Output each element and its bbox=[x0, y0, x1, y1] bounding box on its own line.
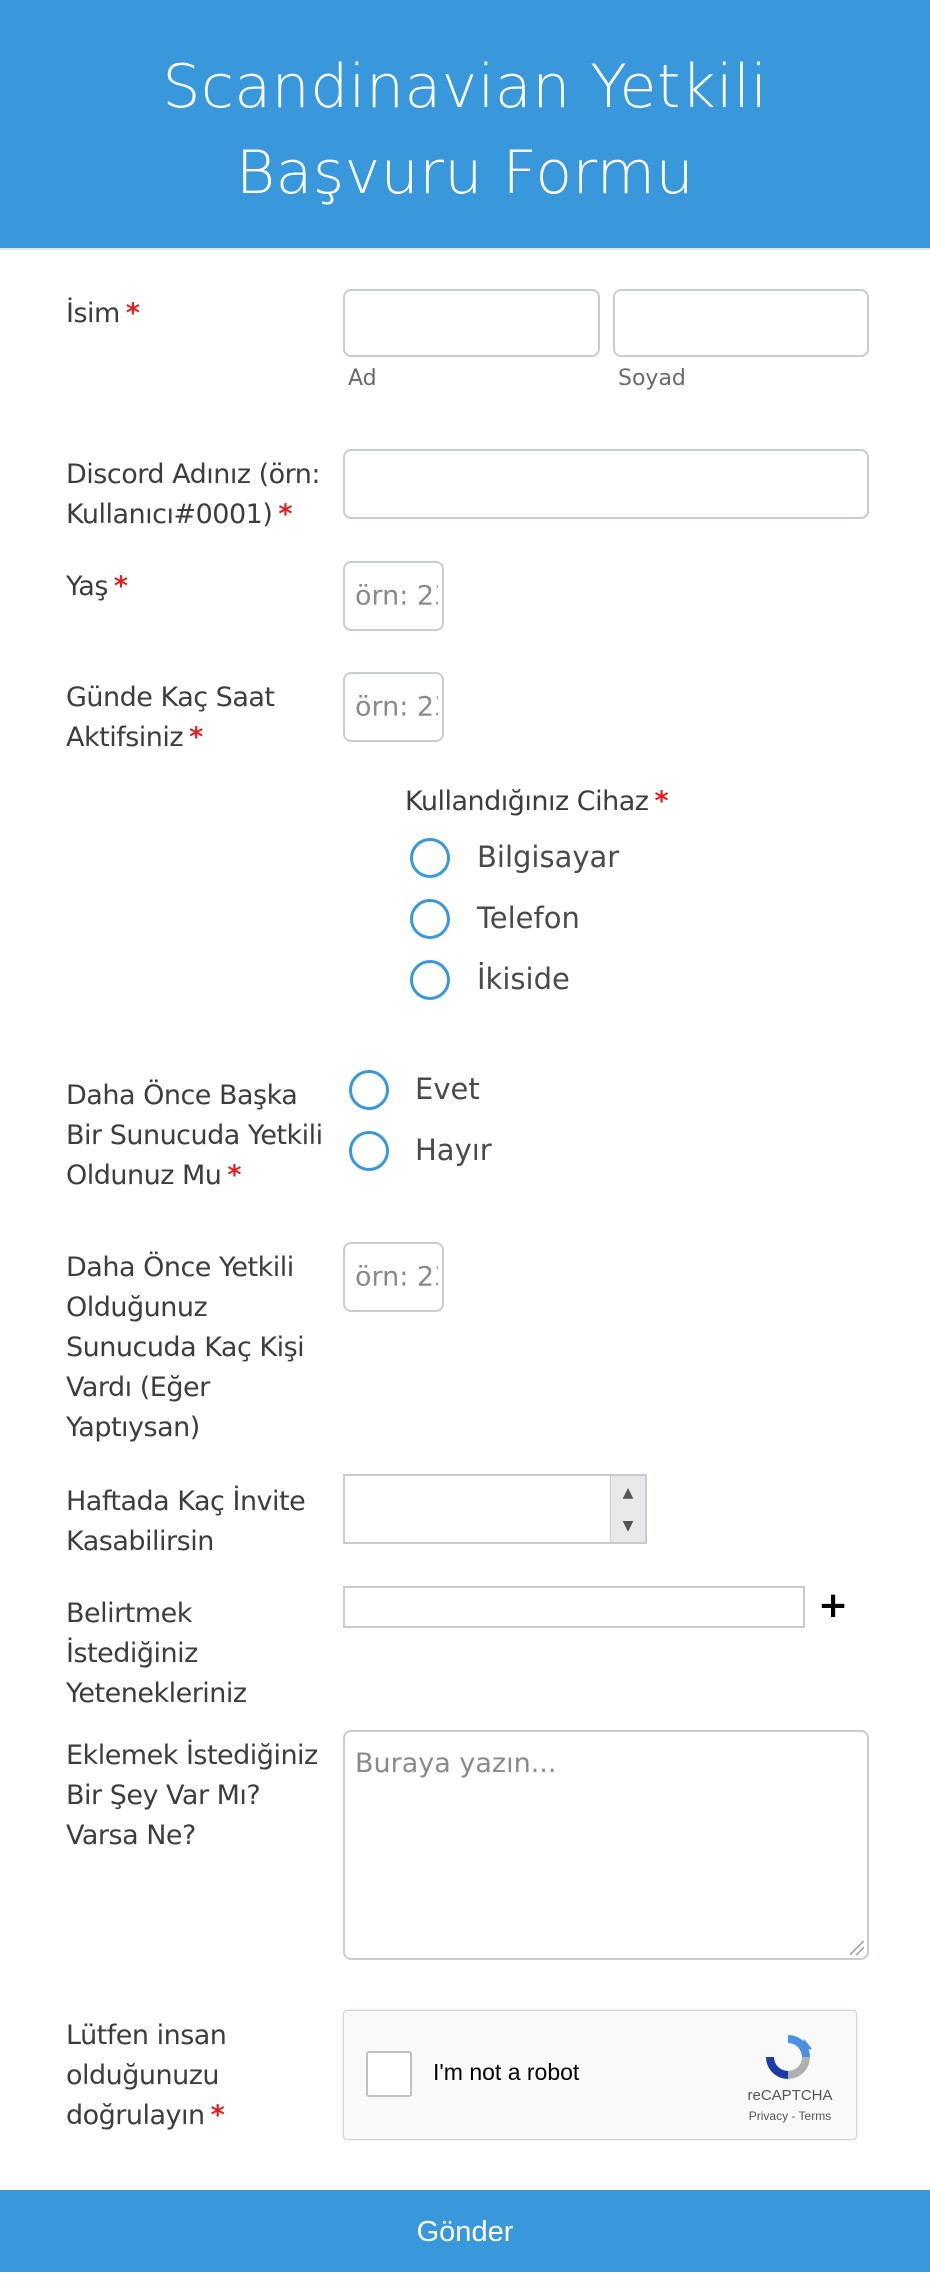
age-input[interactable]: örn: 23 bbox=[343, 561, 444, 631]
skills-label: Belirtmek İstediğiniz Yetenekleriniz bbox=[66, 1598, 247, 1709]
device-label: Kullandığınız Cihaz * bbox=[405, 786, 669, 817]
recaptcha-logo-icon bbox=[766, 2035, 812, 2079]
server-size-input[interactable]: örn: 23 bbox=[343, 1242, 444, 1312]
device-option-label: İkiside bbox=[477, 962, 570, 996]
first-name-input[interactable] bbox=[343, 289, 600, 357]
required-mark: * bbox=[227, 1160, 242, 1191]
prior-staff-radio-evet[interactable] bbox=[349, 1070, 389, 1110]
first-name-sublabel: Ad bbox=[348, 366, 377, 391]
prior-staff-radio-hayir[interactable] bbox=[349, 1131, 389, 1171]
required-mark: * bbox=[125, 298, 140, 329]
last-name-input[interactable] bbox=[613, 289, 869, 357]
hours-input[interactable]: örn: 23 bbox=[343, 672, 444, 742]
required-mark: * bbox=[210, 2100, 225, 2131]
prior-staff-option-label: Hayır bbox=[415, 1133, 492, 1167]
recaptcha-widget: I'm not a robot reCAPTCHA Privacy - Term… bbox=[343, 2010, 857, 2140]
hours-placeholder: örn: 23 bbox=[355, 691, 438, 723]
spinner-down-icon[interactable]: ▼ bbox=[611, 1509, 645, 1542]
skills-input[interactable] bbox=[343, 1586, 805, 1628]
plus-icon[interactable]: + bbox=[818, 1588, 848, 1624]
form-title-line-1: Scandinavian Yetkili bbox=[162, 52, 768, 122]
recaptcha-text: I'm not a robot bbox=[433, 2059, 580, 2085]
server-size-label: Daha Önce Yetkili Olduğunuz Sunucuda Kaç… bbox=[66, 1252, 305, 1443]
device-option-label: Telefon bbox=[477, 901, 580, 935]
form-header: Scandinavian Yetkili Başvuru Formu bbox=[0, 0, 930, 248]
hours-label: Günde Kaç Saat Aktifsiniz * bbox=[66, 682, 275, 753]
age-label: Yaş * bbox=[66, 571, 128, 602]
device-radio-telefon[interactable] bbox=[410, 899, 450, 939]
extra-placeholder: Buraya yazın... bbox=[355, 1748, 557, 1779]
device-radio-bilgisayar[interactable] bbox=[410, 838, 450, 878]
prior-staff-option-label: Evet bbox=[415, 1072, 480, 1106]
required-mark: * bbox=[654, 786, 669, 817]
required-mark: * bbox=[113, 571, 128, 602]
invites-number-input[interactable]: ▲ ▼ bbox=[343, 1474, 647, 1544]
captcha-label: Lütfen insan olduğunuzu doğrulayın * bbox=[66, 2020, 227, 2131]
server-size-placeholder: örn: 23 bbox=[355, 1261, 438, 1293]
resize-grip-icon[interactable] bbox=[850, 1941, 864, 1955]
prior-staff-label: Daha Önce Başka Bir Sunucuda Yetkili Old… bbox=[66, 1080, 323, 1191]
discord-label: Discord Adınız (örn: Kullanıcı#0001) * bbox=[66, 459, 320, 530]
device-option-label: Bilgisayar bbox=[477, 840, 620, 874]
extra-label: Eklemek İstediğiniz Bir Şey Var Mı? Vars… bbox=[66, 1740, 318, 1851]
extra-textarea[interactable]: Buraya yazın... bbox=[343, 1730, 869, 1960]
required-mark: * bbox=[189, 722, 203, 753]
spinner-buttons: ▲ ▼ bbox=[610, 1476, 645, 1542]
header-divider bbox=[0, 248, 930, 250]
recaptcha-checkbox[interactable] bbox=[366, 2051, 412, 2097]
name-label: İsim * bbox=[66, 298, 140, 329]
discord-input[interactable] bbox=[343, 449, 869, 519]
form-title-line-2: Başvuru Formu bbox=[235, 138, 695, 208]
recaptcha-links[interactable]: Privacy - Terms bbox=[730, 2109, 850, 2123]
invites-label: Haftada Kaç İnvite Kasabilirsin bbox=[66, 1486, 306, 1557]
spinner-up-icon[interactable]: ▲ bbox=[611, 1476, 645, 1509]
recaptcha-brand: reCAPTCHA bbox=[747, 2087, 833, 2104]
submit-button[interactable]: Gönder bbox=[0, 2190, 930, 2272]
required-mark: * bbox=[278, 499, 292, 530]
last-name-sublabel: Soyad bbox=[618, 366, 686, 391]
device-radio-ikiside[interactable] bbox=[410, 960, 450, 1000]
age-placeholder: örn: 23 bbox=[355, 580, 438, 612]
